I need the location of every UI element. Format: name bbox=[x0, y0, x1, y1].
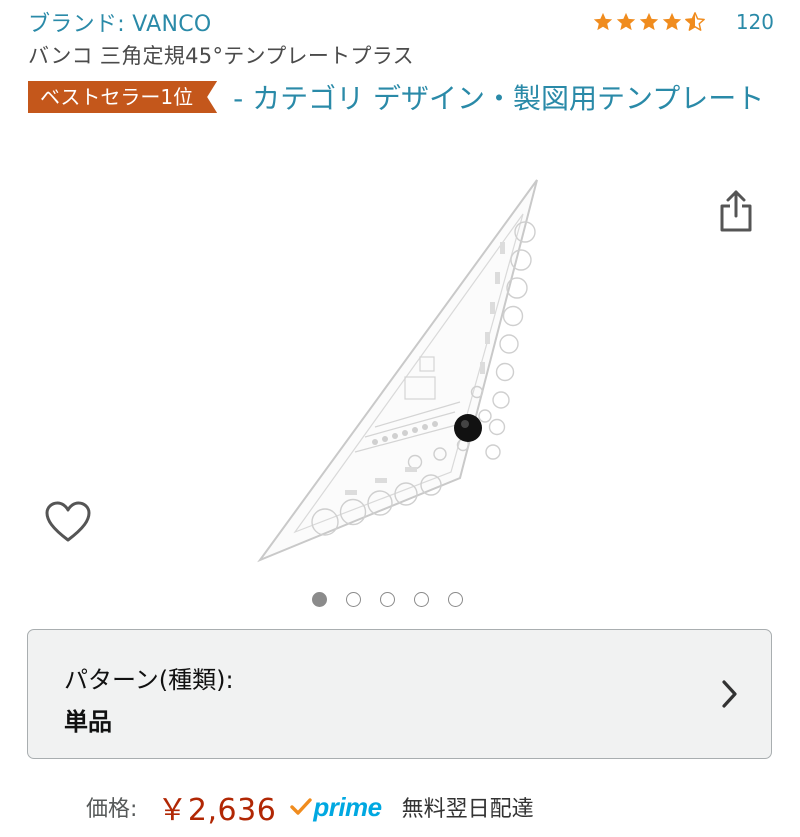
share-icon[interactable] bbox=[718, 188, 754, 234]
carousel-dot[interactable] bbox=[414, 592, 429, 607]
price-value: ￥2,636 bbox=[157, 793, 277, 828]
image-carousel-dots bbox=[312, 592, 463, 607]
rating[interactable]: 120 bbox=[592, 10, 774, 34]
prime-logo: prime bbox=[313, 791, 382, 822]
star-rating[interactable] bbox=[592, 11, 706, 33]
star-icon bbox=[662, 12, 681, 31]
product-title: バンコ 三角定規45°テンプレートプラス bbox=[28, 44, 414, 68]
price-label: 価格: bbox=[86, 797, 138, 822]
prime-check-icon bbox=[290, 798, 313, 815]
best-seller-row: ベストセラー1位 - カテゴリ デザイン・製図用テンプレート bbox=[28, 80, 773, 118]
star-icon bbox=[616, 12, 635, 31]
carousel-dot[interactable] bbox=[448, 592, 463, 607]
variant-label: パターン(種類): bbox=[64, 666, 234, 694]
carousel-dot[interactable] bbox=[312, 592, 327, 607]
chevron-right-icon bbox=[722, 680, 737, 708]
heart-icon[interactable] bbox=[44, 500, 92, 544]
carousel-dot[interactable] bbox=[380, 592, 395, 607]
star-icon bbox=[639, 12, 658, 31]
best-seller-badge: ベストセラー1位 bbox=[28, 81, 217, 113]
variant-selector[interactable]: パターン(種類): 単品 bbox=[27, 629, 772, 759]
rating-count[interactable]: 120 bbox=[736, 10, 774, 34]
brand-rating-row: ブランド: VANCO 120 bbox=[28, 6, 774, 38]
brand-link[interactable]: ブランド: VANCO bbox=[28, 6, 212, 38]
delivery-info: 無料翌日配達 bbox=[401, 797, 534, 822]
best-seller-category-link[interactable]: - カテゴリ デザイン・製図用テンプレート bbox=[233, 82, 764, 115]
carousel-dot[interactable] bbox=[346, 592, 361, 607]
variant-value: 単品 bbox=[64, 708, 112, 736]
star-icon bbox=[593, 12, 612, 31]
price-row: 価格: ￥2,636 prime 無料翌日配達 bbox=[86, 782, 534, 832]
product-image[interactable] bbox=[255, 172, 555, 567]
star-half-icon bbox=[684, 12, 705, 31]
